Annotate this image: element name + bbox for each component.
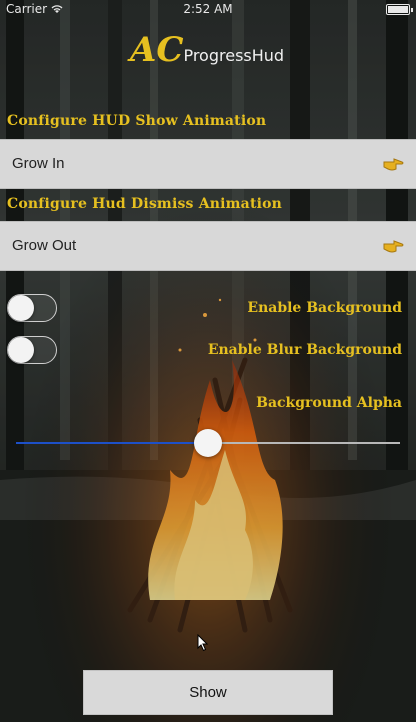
show-animation-selector[interactable]: Grow In xyxy=(0,139,416,189)
slider-track xyxy=(208,442,400,444)
toggle-knob xyxy=(8,337,34,363)
enable-blur-label: Enable Blur Background xyxy=(207,342,402,358)
slider-thumb[interactable] xyxy=(194,429,222,457)
dismiss-animation-value: Grow Out xyxy=(12,237,77,254)
logo-name: ProgressHud xyxy=(183,46,285,65)
show-animation-value: Grow In xyxy=(12,155,65,172)
slider-fill xyxy=(16,442,208,444)
campfire-background-image xyxy=(0,0,416,722)
background-alpha-slider[interactable] xyxy=(16,428,400,458)
pointing-hand-icon xyxy=(382,235,404,255)
app-logo: ACProgressHud xyxy=(130,30,284,70)
toggle-knob xyxy=(8,295,34,321)
battery-icon xyxy=(386,4,413,15)
mouse-cursor-icon xyxy=(197,633,209,652)
dismiss-animation-title: Configure Hud Dismiss Animation xyxy=(7,196,283,212)
enable-background-label: Enable Background xyxy=(247,300,402,316)
background-alpha-label: Background Alpha xyxy=(256,395,402,411)
pointing-hand-icon xyxy=(382,153,404,173)
show-button[interactable]: Show xyxy=(83,670,333,715)
enable-blur-toggle[interactable] xyxy=(7,336,57,364)
logo-mark: AC xyxy=(130,30,184,70)
show-animation-title: Configure HUD Show Animation xyxy=(7,113,267,129)
status-time: 2:52 AM xyxy=(183,2,233,16)
dismiss-animation-selector[interactable]: Grow Out xyxy=(0,221,416,271)
enable-background-toggle[interactable] xyxy=(7,294,57,322)
